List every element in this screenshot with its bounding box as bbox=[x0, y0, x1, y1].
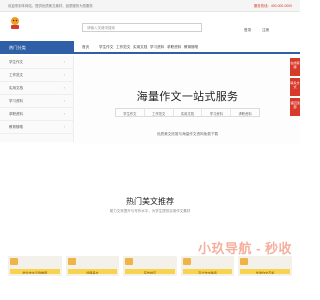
card-list: 学生作文示例推荐 经典美文 写作技巧 高分作文精选 优秀作文赏析 bbox=[8, 256, 292, 276]
nav-items: 首页 学生作文 工作范文 实用文档 学习资料 求职资料 教育随笔 bbox=[82, 45, 201, 50]
chevron-right-icon: › bbox=[63, 111, 65, 116]
card-thumbnail bbox=[67, 258, 76, 265]
nav-item-edu-notes[interactable]: 教育随笔 bbox=[184, 45, 201, 50]
card-label: 学生作文示例推荐 bbox=[10, 269, 60, 274]
card-label: 经典美文 bbox=[67, 269, 118, 274]
sidebar-item-label: 教育随笔 bbox=[9, 125, 23, 129]
nav-item-job-materials[interactable]: 求职资料 bbox=[167, 45, 184, 50]
sidebar-item[interactable]: 求职资料 › bbox=[0, 108, 73, 121]
chevron-right-icon: › bbox=[63, 72, 65, 77]
chevron-right-icon: › bbox=[63, 85, 65, 90]
sidebar-item[interactable]: 实用文档 › bbox=[0, 82, 73, 95]
hero-banner: 海量作文一站式服务 学生作文 工作范文 实用文档 学习资料 求职资料 优质美文欣… bbox=[75, 56, 300, 144]
category-title[interactable]: 热门分类 bbox=[0, 41, 74, 54]
chevron-right-icon: › bbox=[63, 98, 65, 103]
sidebar-item-label: 学习资料 bbox=[9, 99, 23, 103]
nav-item-practical-docs[interactable]: 实用文档 bbox=[133, 45, 150, 50]
sidebar-item-label: 学生作文 bbox=[9, 60, 23, 64]
sidebar-item-label: 工作范文 bbox=[9, 73, 23, 77]
nav-item-student-essay[interactable]: 学生作文 bbox=[99, 45, 116, 50]
card-label: 写作技巧 bbox=[125, 269, 175, 274]
welcome-text: 欢迎来到本网站，提供优质美文素材，品质服务为您服务 bbox=[8, 4, 93, 8]
hero-tab[interactable]: 学生作文 bbox=[116, 109, 145, 116]
hero-tab[interactable]: 工作范文 bbox=[145, 109, 174, 116]
sidebar-item[interactable]: 学生作文 › bbox=[0, 56, 73, 69]
sidebar-item[interactable]: 教育随笔 › bbox=[0, 121, 73, 134]
float-back-to-top-button[interactable]: 返回顶部 bbox=[290, 98, 300, 116]
sidebar-item-label: 求职资料 bbox=[9, 112, 23, 116]
article-card[interactable]: 优秀作文赏析 bbox=[238, 256, 292, 276]
section-title: 热门美文推荐 bbox=[126, 197, 174, 206]
sidebar-item[interactable]: 工作范文 › bbox=[0, 69, 73, 82]
card-thumbnail bbox=[125, 258, 134, 265]
register-link[interactable]: 注册 bbox=[262, 28, 269, 33]
card-thumbnail bbox=[10, 258, 18, 265]
site-logo-icon[interactable] bbox=[9, 16, 21, 30]
category-sidebar: 学生作文 › 工作范文 › 实用文档 › 学习资料 › 求职资料 › 教育随笔 › bbox=[0, 56, 74, 142]
login-link[interactable]: 登录 bbox=[244, 28, 251, 33]
chevron-right-icon: › bbox=[63, 124, 65, 129]
article-card[interactable]: 高分作文精选 bbox=[180, 256, 235, 276]
card-thumbnail bbox=[240, 258, 249, 265]
article-card[interactable]: 写作技巧 bbox=[123, 256, 177, 276]
hero-title: 海量作文一站式服务 bbox=[136, 91, 239, 103]
section-subtitle: 助力文采提升与写作水平，为学生提供实用作文素材 bbox=[109, 209, 191, 213]
sidebar-item[interactable]: 学习资料 › bbox=[0, 95, 73, 108]
article-card[interactable]: 经典美文 bbox=[65, 256, 120, 276]
watermark-text: 小玖导航 - 秒收 bbox=[198, 241, 293, 256]
top-bar: 欢迎来到本网站，提供优质美文素材，品质服务为您服务 服务热线：400-000-0… bbox=[0, 0, 300, 12]
card-thumbnail bbox=[182, 258, 191, 265]
nav-item-home[interactable]: 首页 bbox=[82, 45, 99, 50]
nav-item-study-materials[interactable]: 学习资料 bbox=[150, 45, 167, 50]
hero-tab[interactable]: 实用文档 bbox=[174, 109, 203, 116]
float-contact-button[interactable]: 联系方式 bbox=[290, 78, 300, 96]
hotline-text: 服务热线：400-000-0000 bbox=[253, 4, 292, 8]
hero-tabs: 学生作文 工作范文 实用文档 学习资料 求职资料 bbox=[115, 108, 260, 117]
article-card[interactable]: 学生作文示例推荐 bbox=[8, 256, 62, 276]
sidebar-item-label: 实用文档 bbox=[9, 86, 23, 90]
card-label: 优秀作文赏析 bbox=[240, 269, 290, 274]
card-label: 高分作文精选 bbox=[182, 269, 233, 274]
hero-tab[interactable]: 求职资料 bbox=[231, 109, 259, 116]
hero-tab[interactable]: 学习资料 bbox=[202, 109, 232, 116]
float-customer-service-button[interactable]: 在线客服 bbox=[290, 58, 300, 76]
nav-item-work-essay[interactable]: 工作范文 bbox=[116, 45, 133, 50]
search-input[interactable]: 请输入关键词搜索 bbox=[82, 23, 202, 32]
chevron-right-icon: › bbox=[63, 59, 65, 64]
hero-subtitle: 优质美文欣赏与海量作文资料免费下载 bbox=[156, 132, 219, 136]
